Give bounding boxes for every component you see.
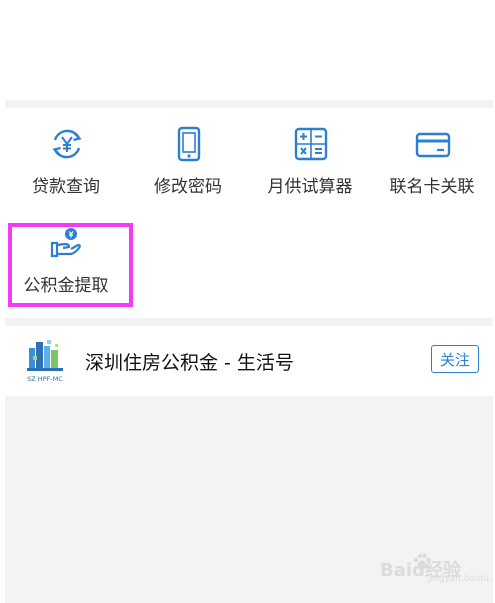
service-label: 贷款查询 [32, 177, 100, 197]
top-blank-area [0, 0, 495, 100]
fund-logo-icon: SZ HPF-MC [27, 340, 63, 383]
hand-coin-icon [50, 228, 81, 258]
service-change-password[interactable]: 修改密码 [127, 108, 249, 208]
service-label: 月供试算器 [267, 177, 353, 197]
service-fund-withdrawal[interactable]: 公积金提取 [5, 215, 127, 315]
section-divider [5, 318, 493, 326]
account-row[interactable]: SZ HPF-MC 深圳住房公积金 - 生活号 关注 [5, 326, 493, 396]
service-label: 公积金提取 [23, 276, 109, 296]
watermark-subtext: jingyan.baidu.com [428, 574, 495, 584]
card-icon [415, 132, 451, 158]
section-divider [5, 100, 493, 108]
phone-icon [177, 126, 201, 162]
service-label: 联名卡关联 [389, 177, 475, 197]
service-label: 修改密码 [154, 177, 222, 197]
logo-text: SZ HPF-MC [27, 375, 63, 383]
follow-button[interactable]: 关注 [431, 345, 479, 373]
account-name: 深圳住房公积金 - 生活号 [85, 352, 294, 374]
calculator-icon [294, 127, 328, 161]
watermark: Baid经验 jingyan.baidu.com [372, 548, 495, 584]
service-grid: 贷款查询 修改密码 月供试算器 联名卡关联 公积金提取 [5, 108, 493, 318]
service-payment-calculator[interactable]: 月供试算器 [249, 108, 371, 208]
yen-refresh-icon [52, 129, 82, 159]
service-card-link[interactable]: 联名卡关联 [371, 108, 493, 208]
service-loan-query[interactable]: 贷款查询 [5, 108, 127, 208]
